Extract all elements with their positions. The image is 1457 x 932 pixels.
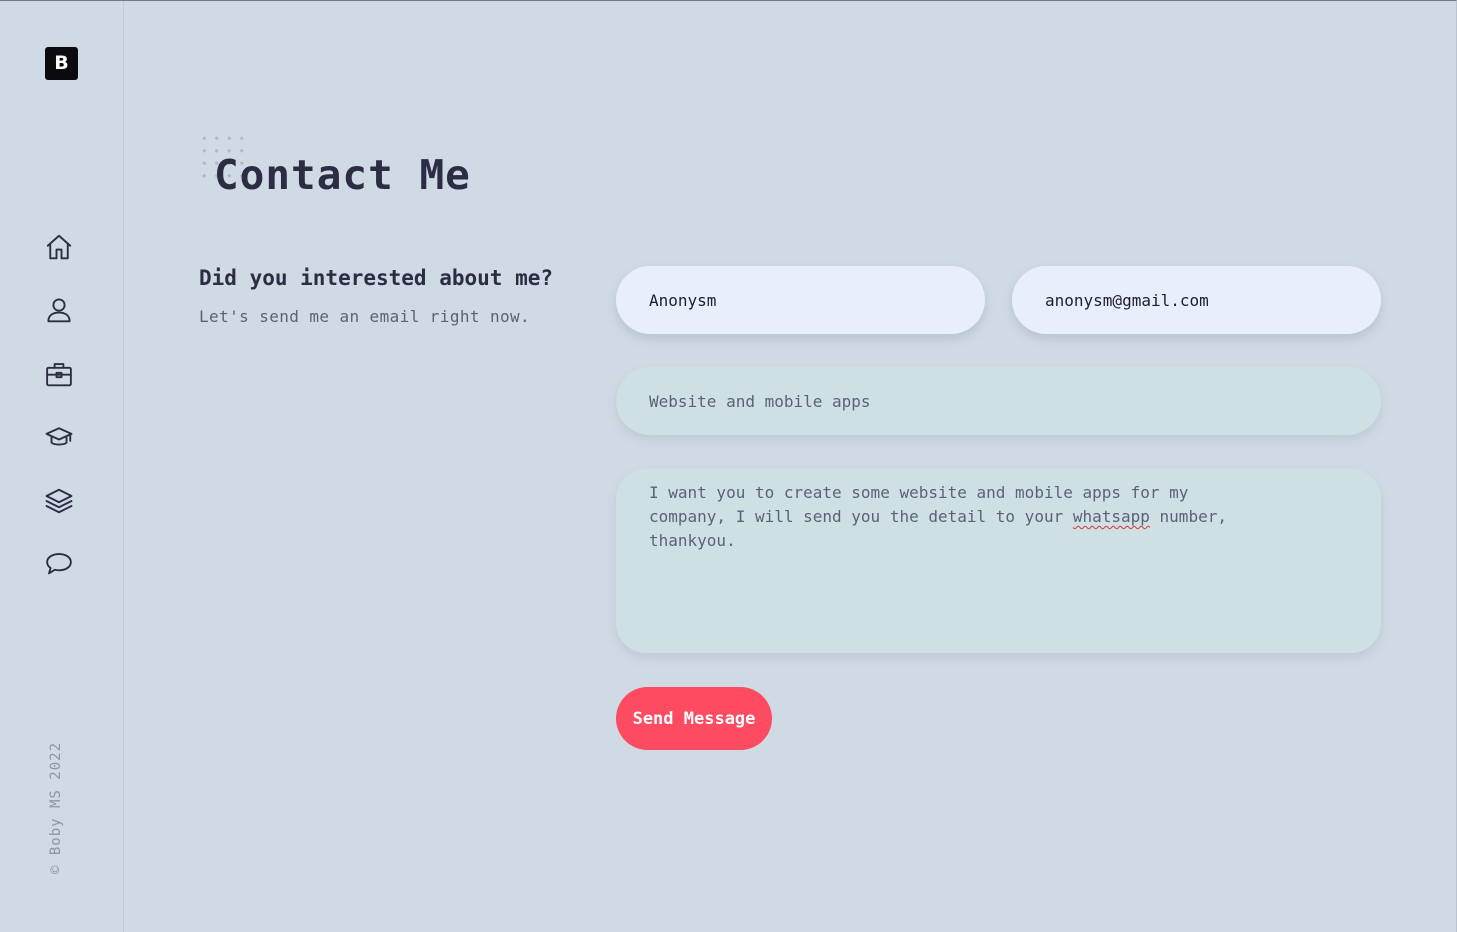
intro-heading: Did you interested about me? <box>199 266 554 290</box>
intro-subtext: Let's send me an email right now. <box>199 307 531 326</box>
sidebar-item-work[interactable] <box>42 357 76 391</box>
sidebar-item-home[interactable] <box>42 230 76 264</box>
brand-logo[interactable]: B <box>45 47 78 80</box>
home-icon <box>46 234 72 260</box>
layers-icon <box>45 488 73 514</box>
chat-bubble-icon <box>46 553 72 575</box>
sidebar: B © Boby MS 2022 <box>0 1 124 932</box>
send-message-button[interactable]: Send Message <box>616 687 772 750</box>
sidebar-item-contact[interactable] <box>42 547 76 581</box>
name-input[interactable] <box>616 266 985 334</box>
user-icon <box>47 298 71 323</box>
graduation-cap-icon <box>45 427 73 446</box>
sidebar-item-portfolio[interactable] <box>42 484 76 518</box>
page-title: Contact Me <box>214 151 471 199</box>
spellcheck-flagged-word: whatsapp <box>1072 507 1150 526</box>
message-textarea[interactable]: I want you to create some website and mo… <box>616 469 1381 653</box>
sidebar-item-about[interactable] <box>42 293 76 327</box>
subject-input[interactable] <box>616 367 1381 435</box>
contact-page: B © Boby MS 2022 Contact Me Did you inte… <box>0 0 1457 932</box>
email-input[interactable] <box>1012 266 1381 334</box>
briefcase-icon <box>46 363 72 387</box>
copyright-text: © Boby MS 2022 <box>48 741 64 874</box>
sidebar-item-education[interactable] <box>42 420 76 454</box>
